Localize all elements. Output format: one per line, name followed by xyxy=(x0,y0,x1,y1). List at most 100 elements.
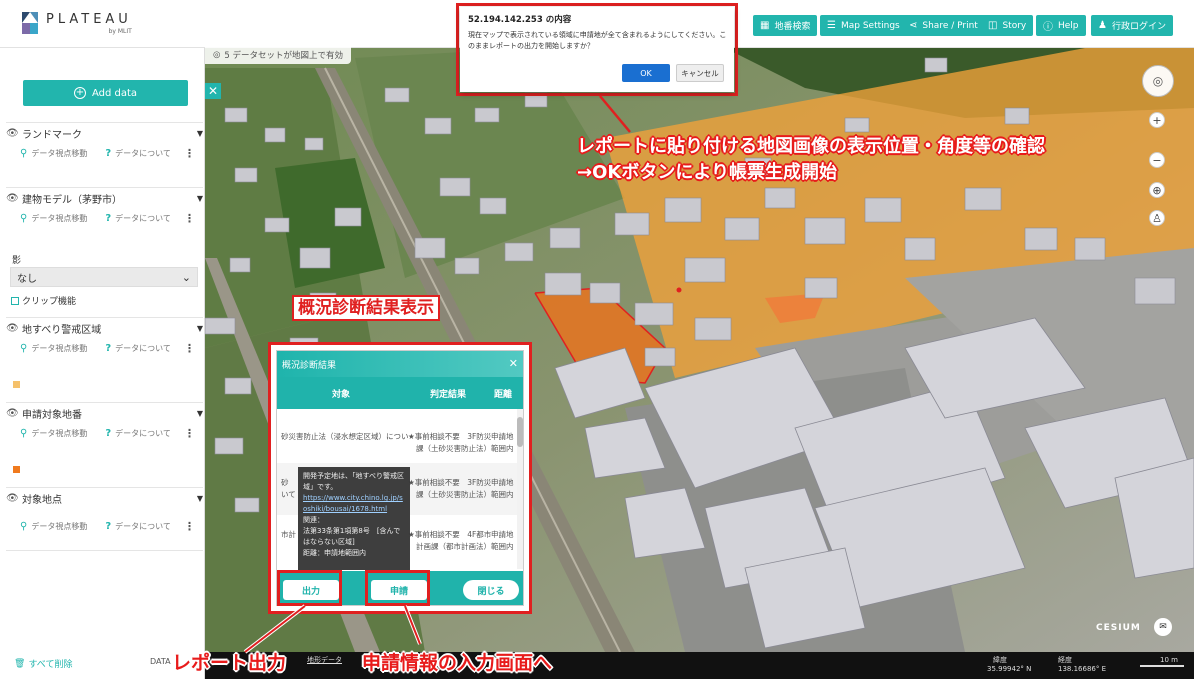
layer-target-point: 👁 対象地点 ▼ ⚲ データ視点移動? データについて ⋮ xyxy=(6,487,203,536)
feedback-button[interactable]: ✉ xyxy=(1154,618,1172,636)
compass-icon: ◎ xyxy=(1152,74,1164,88)
output-button-highlight xyxy=(277,570,342,606)
data-about-button[interactable]: データについて xyxy=(115,343,171,354)
pedestrian-mode-button[interactable]: ♙ xyxy=(1149,210,1165,226)
diagnosis-table-header: 対象 判定結果 距離 xyxy=(277,377,523,409)
minus-icon: − xyxy=(1152,153,1162,167)
data-viewpoint-button[interactable]: データ視点移動 xyxy=(31,213,87,224)
more-options-icon[interactable]: ⋮ xyxy=(184,212,195,225)
longitude-value: 138.16686° E xyxy=(1058,665,1107,673)
question-icon: ? xyxy=(105,212,112,224)
close-icon: ✕ xyxy=(207,84,219,98)
clear-all-button[interactable]: 🗑 すべて削除 xyxy=(14,657,72,671)
caret-down-icon[interactable]: ▼ xyxy=(197,324,203,333)
eye-icon[interactable]: 👁 xyxy=(6,128,22,139)
map-status-bar: 地形データ 緯度 35.99942° N 経度 138.16686° E 10 … xyxy=(205,652,1194,679)
admin-login-button[interactable]: ♟ 行政ログイン xyxy=(1091,15,1173,36)
layer-application-parcel: 👁 申請対象地番 ▼ ⚲ データ視点移動? データについて ⋮ xyxy=(6,402,203,443)
location-pin-icon: ⚲ xyxy=(20,212,28,224)
plateau-logo[interactable]: PLATEAU by MLIT xyxy=(22,12,132,35)
help-button[interactable]: ⓘ Help xyxy=(1036,15,1086,36)
annotation-diagnosis-title: 概況診断結果表示 xyxy=(292,295,440,321)
building-icon: ▦ xyxy=(760,20,770,31)
more-options-icon[interactable]: ⋮ xyxy=(184,520,195,533)
location-pin-icon: ⚲ xyxy=(20,427,28,439)
latitude-label: 緯度 xyxy=(993,656,1007,664)
user-icon: ♟ xyxy=(1098,20,1107,31)
confirm-title: 52.194.142.253 の内容 xyxy=(468,15,572,25)
longitude-label: 経度 xyxy=(1058,656,1072,664)
data-about-button[interactable]: データについて xyxy=(115,428,171,439)
data-label: DATA xyxy=(150,657,171,666)
data-about-button[interactable]: データについて xyxy=(115,521,171,532)
caret-down-icon[interactable]: ▼ xyxy=(197,494,203,503)
plateau-logo-icon xyxy=(22,12,38,34)
confirm-ok-button[interactable]: OK xyxy=(622,64,670,82)
chiban-search-button[interactable]: ▦ 地番検索 xyxy=(753,15,818,36)
eye-icon[interactable]: 👁 xyxy=(6,323,22,334)
data-about-button[interactable]: データについて xyxy=(115,213,171,224)
plus-icon: + xyxy=(1152,113,1162,127)
diagnosis-titlebar: 概況診断結果 ✕ xyxy=(277,351,523,377)
story-button[interactable]: ◫ Story xyxy=(981,15,1034,36)
data-viewpoint-button[interactable]: データ視点移動 xyxy=(31,148,87,159)
shadow-select[interactable]: なし ⌄ xyxy=(10,267,198,287)
browser-confirm-dialog: 52.194.142.253 の内容 現在マップで表示されている領域に申請地が全… xyxy=(460,7,734,92)
trash-icon: 🗑 xyxy=(14,658,26,669)
tooltip-link[interactable]: oshiki/bousai/1678.html xyxy=(303,504,405,515)
cesium-logo: CESIUM xyxy=(1096,623,1141,633)
column-result: 判定結果 xyxy=(430,390,467,400)
chat-icon: ✉ xyxy=(1159,622,1167,632)
caret-down-icon[interactable]: ▼ xyxy=(197,194,203,203)
table-scrollbar[interactable] xyxy=(517,409,523,569)
close-button[interactable]: 閉じる xyxy=(463,580,519,600)
zoom-in-button[interactable]: + xyxy=(1149,112,1165,128)
caret-down-icon[interactable]: ▼ xyxy=(197,409,203,418)
clip-feature-toggle[interactable]: クリップ機能 xyxy=(11,294,76,307)
layer-building-model: 👁 建物モデル（茅野市） ▼ ⚲ データ視点移動? データについて ⋮ xyxy=(6,187,203,228)
eye-icon[interactable]: 👁 xyxy=(6,193,22,204)
checkbox[interactable] xyxy=(11,296,19,305)
share-print-button[interactable]: ⋖ Share / Print xyxy=(902,15,985,36)
location-pin-icon: ⚲ xyxy=(20,342,28,354)
location-pin-icon: ⚲ xyxy=(20,147,28,159)
close-icon[interactable]: ✕ xyxy=(509,357,518,370)
annotation-report-output: レポート出力 xyxy=(172,652,287,674)
tooltip-link[interactable]: https://www.city.chino.lg.jp/s xyxy=(303,493,405,504)
latitude-value: 35.99942° N xyxy=(987,665,1032,673)
confirm-cancel-button[interactable]: キャンセル xyxy=(676,64,724,82)
plus-circle-icon: + xyxy=(73,87,86,99)
active-datasets-status: ◎ 5 データセットが地図上で有効 xyxy=(205,46,352,64)
workbench-sidebar: + Add data 👁 ランドマーク ▼ ⚲ データ視点移動? データについて ⋮ 👁 建… xyxy=(0,48,205,679)
data-viewpoint-button[interactable]: データ視点移動 xyxy=(31,343,87,354)
caret-down-icon[interactable]: ▼ xyxy=(197,129,203,138)
question-icon: ? xyxy=(105,147,112,159)
compass-control[interactable]: ◎ xyxy=(1142,65,1174,97)
column-target: 対象 xyxy=(332,390,351,400)
eye-icon[interactable]: 👁 xyxy=(6,493,22,504)
location-pin-icon: ⚲ xyxy=(20,520,28,532)
collapse-sidebar-button[interactable]: ✕ xyxy=(205,83,221,99)
my-location-button[interactable]: ⊕ xyxy=(1149,182,1165,198)
zoom-out-button[interactable]: − xyxy=(1149,152,1165,168)
column-distance: 距離 xyxy=(494,390,513,400)
story-icon: ◫ xyxy=(988,20,998,31)
eye-icon[interactable]: 👁 xyxy=(6,408,22,419)
chevron-down-icon: ⌄ xyxy=(181,270,191,284)
data-viewpoint-button[interactable]: データ視点移動 xyxy=(31,521,87,532)
layer-landmark: 👁 ランドマーク ▼ ⚲ データ視点移動? データについて ⋮ xyxy=(6,122,203,163)
add-data-button[interactable]: + Add data xyxy=(23,80,188,106)
data-about-button[interactable]: データについて xyxy=(115,148,171,159)
terrain-data-link[interactable]: 地形データ xyxy=(307,655,342,665)
more-options-icon[interactable]: ⋮ xyxy=(184,342,195,355)
logo-wordmark: PLATEAU xyxy=(46,12,132,27)
more-options-icon[interactable]: ⋮ xyxy=(184,147,195,160)
legend-swatch xyxy=(13,466,20,473)
map-settings-button[interactable]: ☰ Map Settings xyxy=(820,15,907,36)
annotation-confirm-line1: レポートに貼り付ける地図画像の表示位置・角度等の確認 xyxy=(577,136,1045,157)
data-viewpoint-button[interactable]: データ視点移動 xyxy=(31,428,87,439)
more-options-icon[interactable]: ⋮ xyxy=(184,427,195,440)
shadow-label: 影 xyxy=(12,256,22,266)
annotation-confirm-line2: →OKボタンにより帳票生成開始 xyxy=(577,162,837,183)
layer-divider xyxy=(6,550,203,551)
